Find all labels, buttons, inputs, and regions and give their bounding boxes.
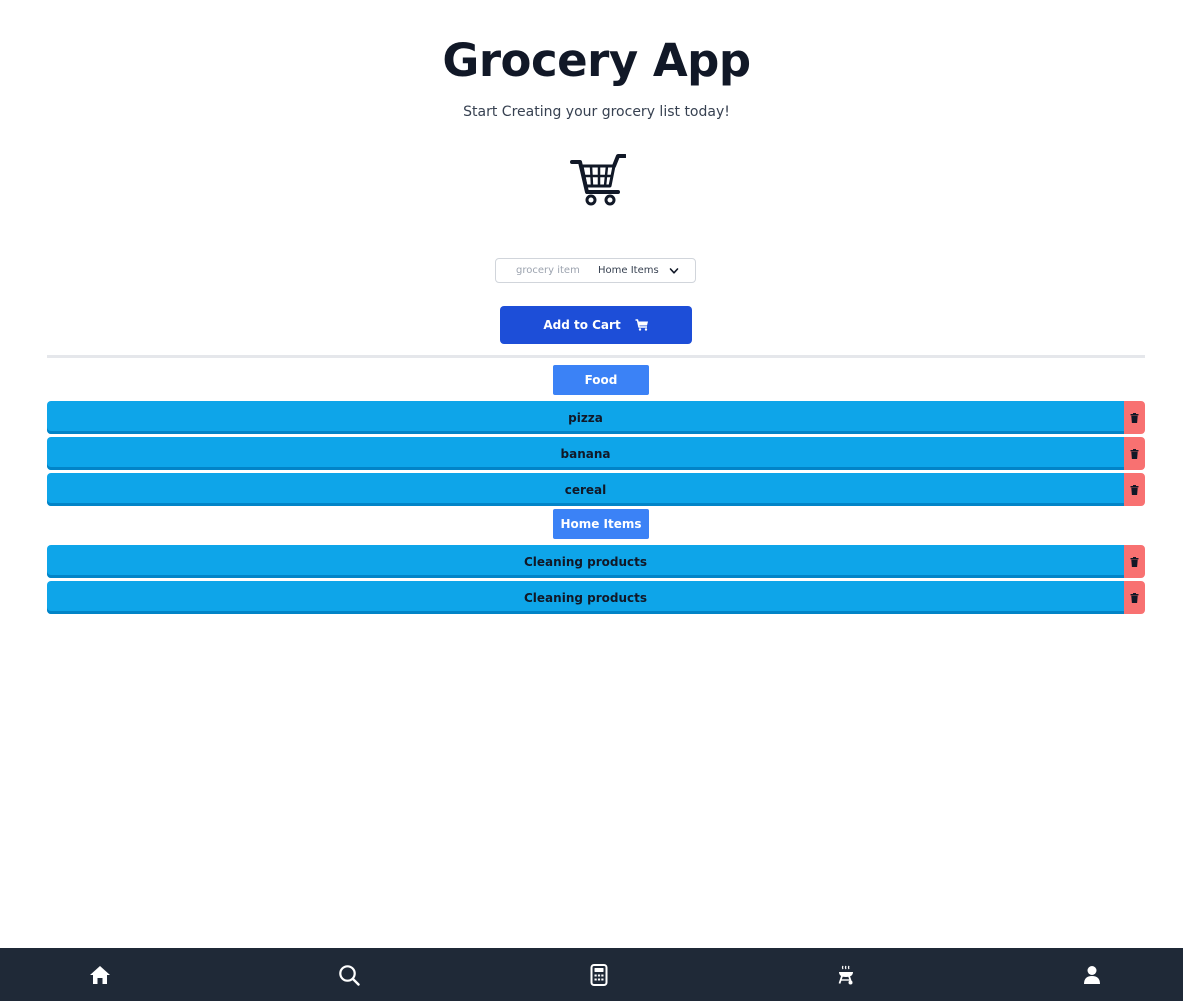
search-icon bbox=[339, 965, 360, 986]
delete-item-button[interactable] bbox=[1124, 437, 1145, 470]
item-name[interactable]: cereal bbox=[47, 473, 1124, 506]
delete-item-button[interactable] bbox=[1124, 581, 1145, 614]
list-item: Cleaning products bbox=[47, 545, 1145, 578]
item-name[interactable]: Cleaning products bbox=[47, 545, 1124, 578]
category-select-value: Home Items bbox=[598, 265, 659, 276]
nav-search[interactable] bbox=[338, 964, 360, 986]
grocery-list: Food pizza banana cereal Home Items Cleaning … bbox=[47, 365, 1145, 617]
list-item: banana bbox=[47, 437, 1145, 470]
shopping-cart-icon bbox=[570, 152, 627, 208]
grocery-item-input[interactable] bbox=[496, 260, 592, 281]
category-header[interactable]: Food bbox=[553, 365, 649, 395]
nav-calculator[interactable] bbox=[588, 964, 610, 986]
user-icon bbox=[1084, 966, 1100, 984]
grill-icon bbox=[838, 965, 853, 985]
cart-icon bbox=[635, 319, 648, 331]
trash-icon bbox=[1130, 412, 1139, 423]
list-item: Cleaning products bbox=[47, 581, 1145, 614]
add-item-form: Home Items bbox=[495, 258, 696, 283]
app-subtitle: Start Creating your grocery list today! bbox=[463, 104, 730, 120]
nav-grill[interactable] bbox=[835, 964, 857, 986]
list-item: cereal bbox=[47, 473, 1145, 506]
item-name[interactable]: pizza bbox=[47, 401, 1124, 434]
trash-icon bbox=[1130, 484, 1139, 495]
bottom-nav bbox=[0, 948, 1183, 1001]
category-header[interactable]: Home Items bbox=[553, 509, 649, 539]
list-item: pizza bbox=[47, 401, 1145, 434]
item-name[interactable]: banana bbox=[47, 437, 1124, 470]
app-title: Grocery App bbox=[442, 34, 751, 87]
trash-icon bbox=[1130, 556, 1139, 567]
nav-home[interactable] bbox=[89, 964, 111, 986]
delete-item-button[interactable] bbox=[1124, 401, 1145, 434]
item-name[interactable]: Cleaning products bbox=[47, 581, 1124, 614]
add-to-cart-label: Add to Cart bbox=[543, 318, 621, 332]
add-to-cart-button[interactable]: Add to Cart bbox=[500, 306, 692, 344]
delete-item-button[interactable] bbox=[1124, 545, 1145, 578]
nav-profile[interactable] bbox=[1081, 964, 1103, 986]
delete-item-button[interactable] bbox=[1124, 473, 1145, 506]
trash-icon bbox=[1130, 448, 1139, 459]
category-select[interactable]: Home Items bbox=[598, 260, 679, 281]
calculator-icon bbox=[590, 964, 608, 986]
trash-icon bbox=[1130, 592, 1139, 603]
home-icon bbox=[90, 966, 110, 984]
chevron-down-icon bbox=[669, 267, 678, 274]
divider bbox=[47, 355, 1145, 358]
